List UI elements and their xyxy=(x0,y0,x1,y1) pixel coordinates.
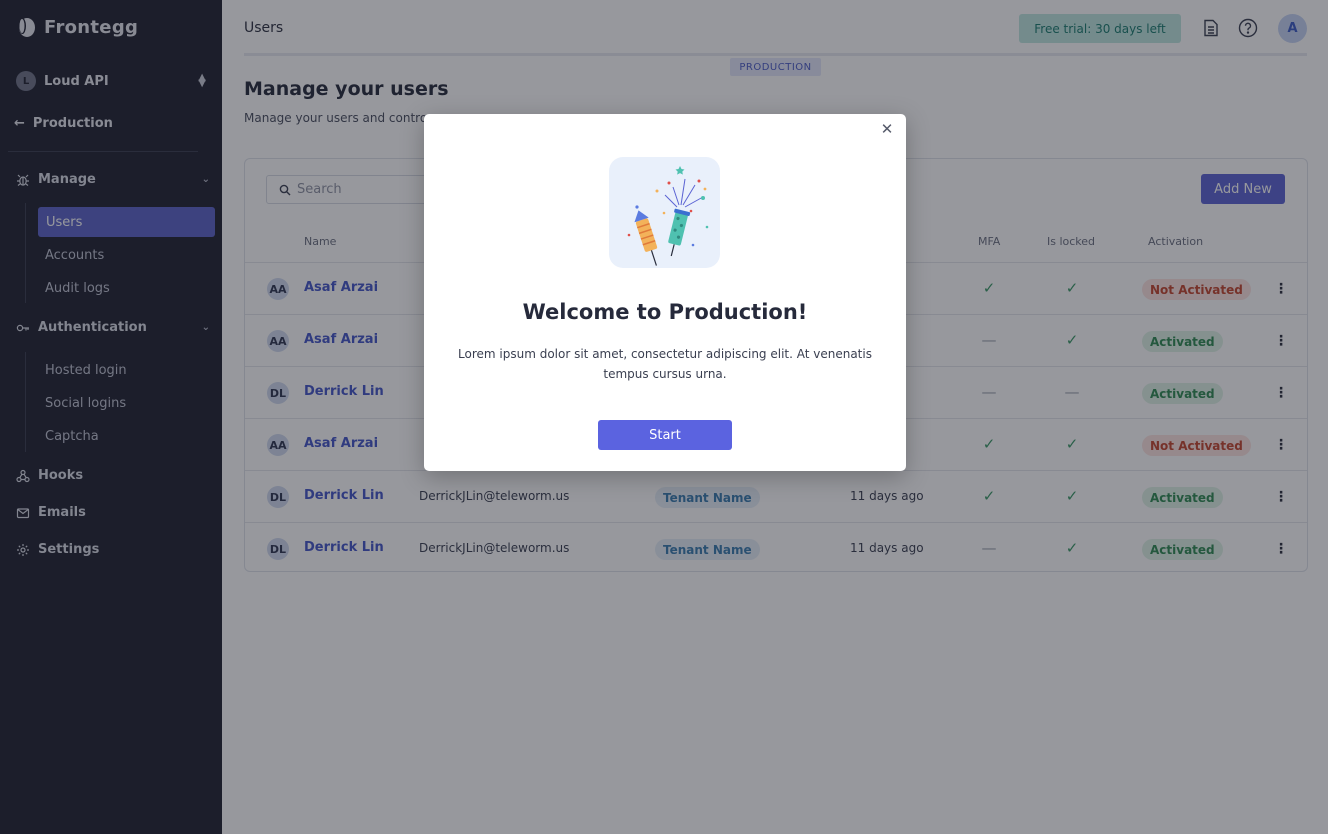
modal-title: Welcome to Production! xyxy=(522,300,808,324)
fireworks-illustration xyxy=(609,157,720,268)
modal-text: Lorem ipsum dolor sit amet, consectetur … xyxy=(458,347,872,381)
fireworks-icon xyxy=(627,166,709,266)
close-icon[interactable]: ✕ xyxy=(879,120,895,138)
welcome-modal: ✕ Welcome to Production! Lorem ipsum dol… xyxy=(424,114,906,471)
start-button[interactable]: Start xyxy=(598,420,732,450)
